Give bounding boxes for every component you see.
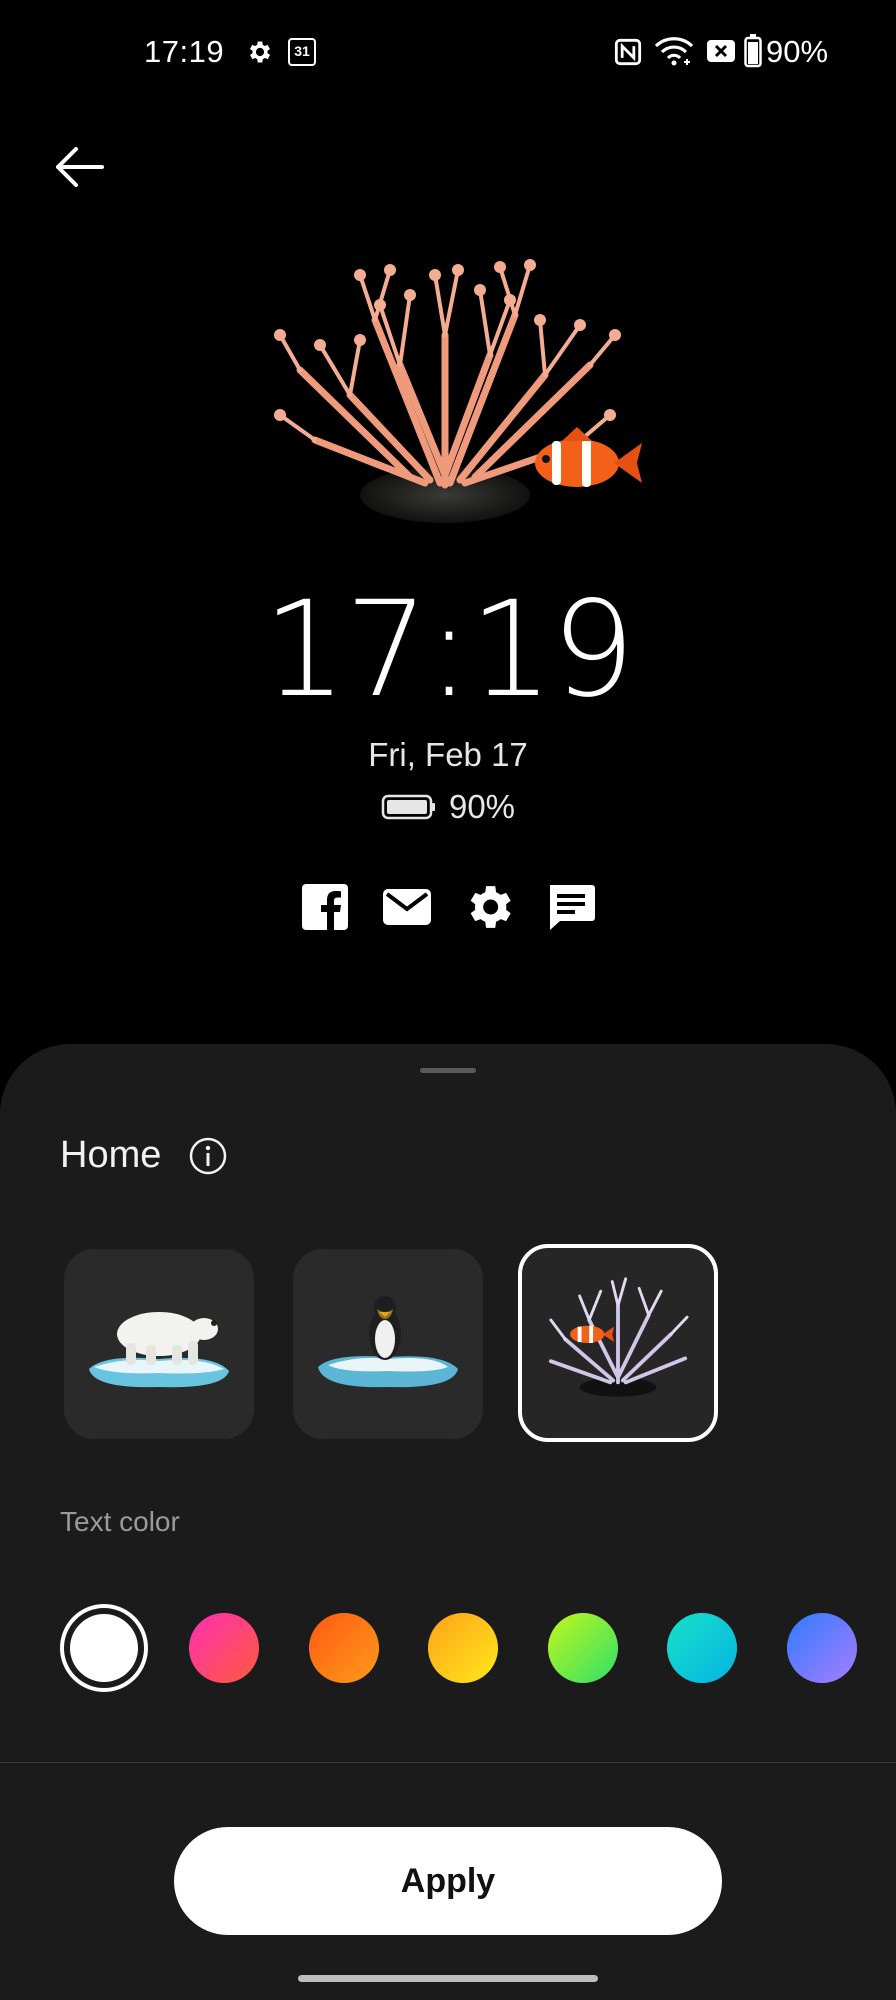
- settings-icon: [470, 886, 511, 928]
- color-swatch-white-fill: [70, 1614, 138, 1682]
- preview-battery-text: 90%: [448, 788, 516, 825]
- apply-button[interactable]: Apply: [174, 1827, 722, 1935]
- penguin-image: [318, 1296, 458, 1388]
- color-swatch-pink[interactable]: [189, 1613, 259, 1683]
- facebook-icon: [302, 884, 348, 930]
- coral-image: [548, 1277, 689, 1397]
- preview-clock: 17:19: [262, 573, 635, 727]
- style-option-penguin[interactable]: [293, 1249, 483, 1439]
- color-swatch-teal[interactable]: [667, 1613, 737, 1683]
- preview-date: Fri, Feb 17: [368, 736, 528, 773]
- notification-icons-row: [0, 882, 896, 932]
- text-color-label: Text color: [60, 1506, 180, 1537]
- sheet-title: Home: [60, 1134, 162, 1176]
- back-button[interactable]: [52, 142, 106, 192]
- preview-battery-row: 90%: [0, 788, 896, 826]
- calendar-icon: 31: [288, 38, 316, 66]
- mail-icon: [383, 889, 431, 925]
- style-option-coral[interactable]: [518, 1244, 718, 1442]
- nfc-icon: [614, 38, 642, 66]
- home-indicator[interactable]: [298, 1975, 598, 1982]
- battery-icon: [744, 34, 762, 68]
- polar-bear-image: [89, 1312, 229, 1388]
- color-swatch-orange[interactable]: [309, 1613, 379, 1683]
- color-swatch-yellow[interactable]: [428, 1613, 498, 1683]
- calendar-day-text: 31: [294, 43, 310, 59]
- sheet-drag-handle[interactable]: [420, 1068, 476, 1073]
- coral-wallpaper-image: [274, 259, 642, 523]
- message-icon: [550, 885, 595, 930]
- status-time: 17:19: [144, 34, 225, 69]
- color-swatch-green[interactable]: [548, 1613, 618, 1683]
- style-option-polar-bear[interactable]: [64, 1249, 254, 1439]
- battery-horizontal-icon: [381, 794, 435, 820]
- no-sim-icon: [707, 40, 735, 62]
- info-icon[interactable]: [188, 1136, 228, 1176]
- status-battery-text: 90%: [766, 34, 829, 69]
- settings-icon: [249, 41, 271, 63]
- status-bar: 17:19 31 90%: [0, 0, 896, 104]
- color-swatch-blue[interactable]: [787, 1613, 857, 1683]
- wifi-icon: [654, 37, 694, 66]
- color-swatch-white[interactable]: [60, 1604, 148, 1692]
- sheet-divider: [0, 1762, 896, 1763]
